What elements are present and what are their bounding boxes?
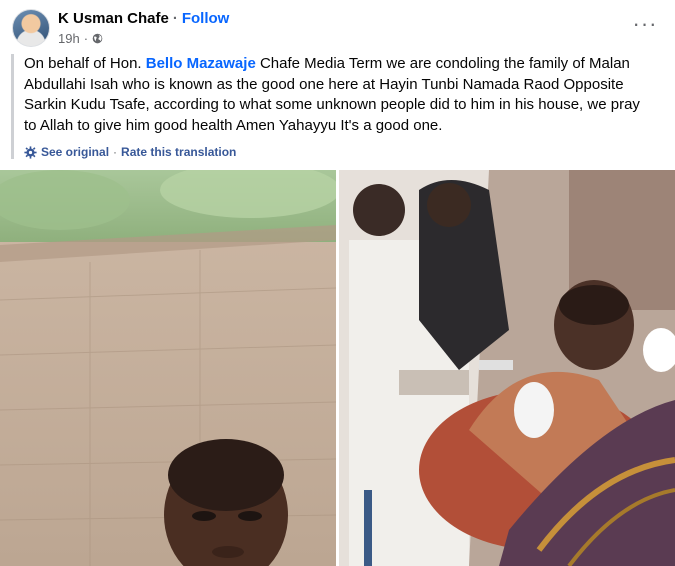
- mention-link[interactable]: Bello Mazawaje: [146, 55, 256, 72]
- photo-hospital[interactable]: [339, 170, 675, 566]
- more-options-button[interactable]: ···: [630, 11, 660, 36]
- photo-selfie[interactable]: [0, 170, 336, 566]
- globe-icon[interactable]: [92, 33, 103, 44]
- see-original-link[interactable]: See original: [41, 145, 109, 159]
- translation-controls: See original · Rate this translation: [24, 145, 651, 159]
- rate-translation-link[interactable]: Rate this translation: [121, 145, 236, 159]
- translation-separator: ·: [113, 145, 118, 159]
- post-header: K Usman Chafe · Follow 19h · ···: [12, 9, 662, 49]
- more-horizontal-icon: ···: [632, 11, 658, 36]
- name-row: K Usman Chafe · Follow: [58, 10, 229, 27]
- photo-grid: [0, 170, 675, 566]
- hospital-image: [339, 170, 675, 566]
- follow-button[interactable]: Follow: [182, 10, 230, 27]
- gear-icon: [24, 145, 37, 159]
- post-text: On behalf of Hon. Bello Mazawaje Chafe M…: [24, 54, 651, 136]
- post-timestamp[interactable]: 19h: [58, 31, 80, 46]
- meta-separator: ·: [83, 31, 89, 46]
- name-separator: ·: [172, 10, 178, 27]
- translated-post-body: On behalf of Hon. Bello Mazawaje Chafe M…: [11, 54, 651, 159]
- selfie-image: [0, 170, 336, 566]
- post-meta: 19h ·: [58, 31, 103, 46]
- post-text-intro: On behalf of Hon.: [24, 55, 146, 72]
- author-avatar[interactable]: [12, 9, 50, 47]
- author-name[interactable]: K Usman Chafe: [58, 10, 169, 27]
